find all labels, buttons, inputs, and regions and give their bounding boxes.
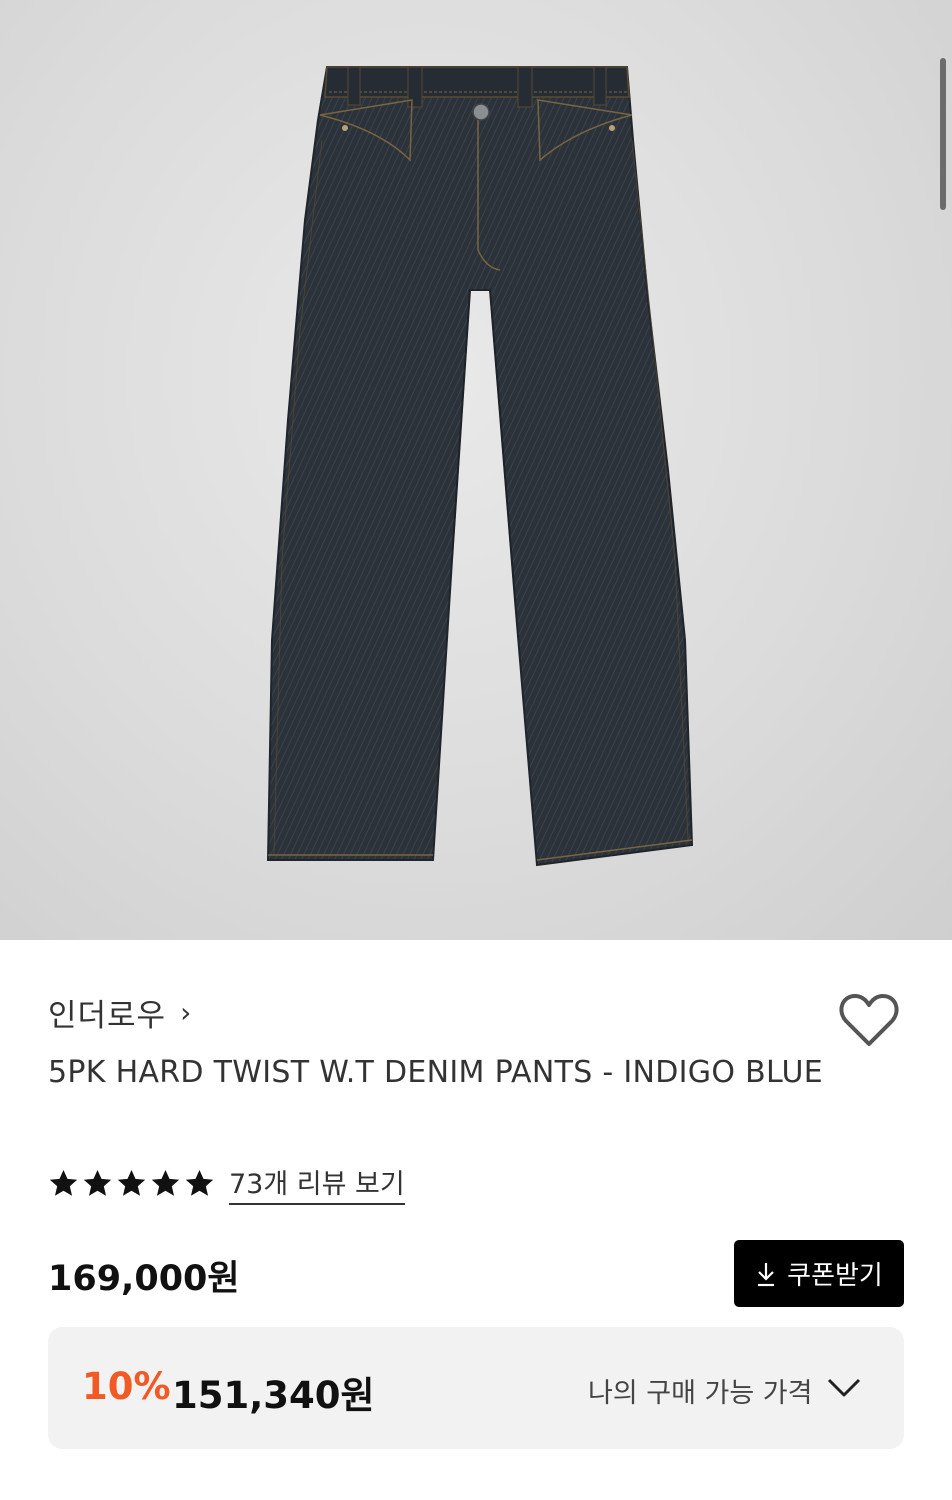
star-filled-icon	[49, 1169, 78, 1196]
coupon-button-label: 쿠폰받기	[787, 1261, 883, 1291]
rating-stars	[48, 1168, 215, 1199]
like-button[interactable]	[838, 992, 900, 1048]
product-title: 5PK HARD TWIST W.T DENIM PANTS - INDIGO …	[48, 1055, 824, 1090]
product-image[interactable]	[0, 0, 952, 940]
denim-pants-image	[266, 66, 694, 867]
coupon-download-button[interactable]: 쿠폰받기	[734, 1240, 904, 1307]
chevron-down-icon[interactable]	[826, 1375, 862, 1401]
chevron-right-icon: ›	[180, 995, 192, 1029]
discount-rate: 10%	[82, 1365, 171, 1408]
original-price: 169,000원	[48, 1259, 240, 1299]
rating-row: 73개 리뷰 보기	[48, 1162, 405, 1205]
star-filled-icon	[185, 1169, 214, 1196]
discount-price: 151,340원	[172, 1374, 375, 1417]
my-price-panel[interactable]: 10% 151,340원 나의 구매 가능 가격	[48, 1327, 904, 1449]
star-filled-icon	[151, 1169, 180, 1196]
review-link[interactable]: 73개 리뷰 보기	[229, 1162, 405, 1205]
my-price-label: 나의 구매 가능 가격	[588, 1378, 813, 1409]
heart-outline-icon	[839, 994, 899, 1046]
scrollbar[interactable]	[940, 58, 946, 210]
star-filled-icon	[117, 1169, 146, 1196]
brand-link[interactable]: 인더로우 ›	[48, 990, 191, 1034]
download-icon	[758, 1262, 775, 1286]
brand-name: 인더로우	[48, 997, 167, 1034]
star-filled-icon	[83, 1169, 112, 1196]
